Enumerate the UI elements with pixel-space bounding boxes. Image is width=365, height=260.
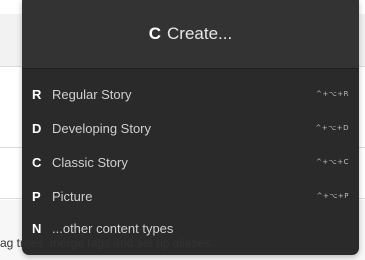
menu-item-hotkey: R <box>32 86 42 102</box>
menu-item-label: Developing Story <box>52 120 151 136</box>
create-menu-header[interactable]: C Create... <box>22 0 359 69</box>
menu-item-shortcut: ^+⌥+R <box>315 90 349 98</box>
menu-item-label: Regular Story <box>52 86 132 102</box>
menu-item-developing-story[interactable]: D Developing Story ^+⌥+D <box>22 111 359 145</box>
menu-item-label: Classic Story <box>52 154 128 170</box>
menu-item-classic-story[interactable]: C Classic Story ^+⌥+C <box>22 145 359 179</box>
menu-item-hotkey: C <box>32 154 42 170</box>
menu-items: R Regular Story ^+⌥+R D Developing Story… <box>22 69 359 243</box>
header-hotkey: C <box>148 24 162 43</box>
menu-item-hotkey: N <box>32 220 42 236</box>
background-help-text: ag trees, merge tags and set up aliases. <box>0 236 214 250</box>
menu-item-shortcut: ^+⌥+P <box>316 192 349 200</box>
menu-item-shortcut: ^+⌥+C <box>315 158 349 166</box>
menu-item-picture[interactable]: P Picture ^+⌥+P <box>22 179 359 213</box>
header-title: Create... <box>167 24 233 43</box>
menu-item-label: ...other content types <box>52 220 174 236</box>
menu-item-hotkey: P <box>32 188 41 204</box>
menu-item-shortcut: ^+⌥+D <box>315 124 349 132</box>
menu-item-regular-story[interactable]: R Regular Story ^+⌥+R <box>22 77 359 111</box>
menu-item-hotkey: D <box>32 120 42 136</box>
menu-item-label: Picture <box>52 188 93 204</box>
create-menu: C Create... R Regular Story ^+⌥+R D Deve… <box>22 0 359 255</box>
